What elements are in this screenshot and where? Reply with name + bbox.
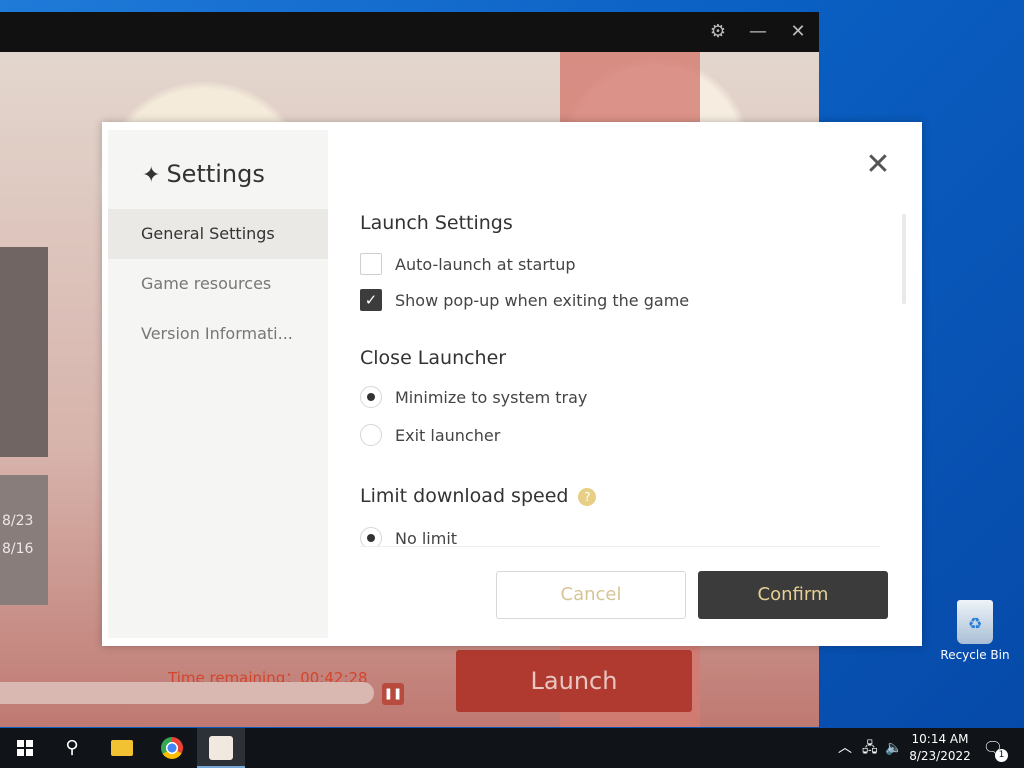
start-button[interactable]: [0, 728, 48, 768]
sparkle-icon: ✦: [142, 163, 161, 188]
clock-time: 10:14 AM: [911, 732, 969, 746]
clock-date: 8/23/2022: [909, 749, 971, 763]
system-clock[interactable]: 10:14 AM 8/23/2022: [905, 731, 975, 765]
dialog-title-text: Settings: [166, 160, 265, 188]
auto-launch-label: Auto-launch at startup: [395, 254, 576, 274]
no-limit-label: No limit: [395, 528, 458, 548]
taskbar: ⚲ ︿ 🖧 🔈 10:14 AM 8/23/2022 🗨 1: [0, 728, 1024, 768]
no-limit-radio[interactable]: [360, 527, 382, 547]
close-window-icon[interactable]: ✕: [786, 20, 810, 44]
minimize-tray-option[interactable]: Minimize to system tray: [360, 385, 587, 409]
file-explorer-icon[interactable]: [98, 728, 146, 768]
genshin-launcher-taskbar-icon[interactable]: [197, 728, 245, 768]
sidebar-item-general-settings[interactable]: General Settings: [108, 209, 328, 259]
exit-popup-checkbox[interactable]: ✓: [360, 289, 382, 311]
recycle-bin-shortcut[interactable]: ♻ Recycle Bin: [940, 600, 1010, 662]
launch-button[interactable]: Launch: [456, 650, 692, 712]
exit-launcher-label: Exit launcher: [395, 425, 501, 445]
settings-sidebar: ✦ Settings General Settings Game resource…: [108, 130, 328, 638]
settings-content: Launch Settings Auto-launch at startup ✓…: [360, 207, 900, 547]
minimize-icon[interactable]: —: [746, 20, 770, 44]
sidebar-item-version-information[interactable]: Version Informati...: [108, 309, 328, 359]
notification-center-icon[interactable]: 🗨 1: [982, 738, 1008, 762]
settings-scrollbar[interactable]: [902, 214, 906, 304]
recycle-bin-icon: ♻: [957, 600, 993, 644]
cancel-button[interactable]: Cancel: [496, 571, 686, 619]
show-hidden-icons-chevron-icon[interactable]: ︿: [838, 728, 852, 768]
auto-launch-checkbox[interactable]: [360, 253, 382, 275]
exit-popup-option[interactable]: ✓ Show pop-up when exiting the game: [360, 288, 689, 312]
notification-count-badge: 1: [995, 749, 1008, 762]
volume-icon[interactable]: 🔈: [885, 728, 902, 768]
download-speed-heading: Limit download speed?: [360, 485, 597, 507]
launch-settings-heading: Launch Settings: [360, 212, 513, 234]
exit-launcher-radio[interactable]: [360, 424, 382, 446]
download-progress-bar: [0, 682, 374, 704]
windows-logo-icon: [17, 740, 33, 756]
launcher-titlebar: ⚙ — ✕: [0, 12, 819, 52]
chrome-icon[interactable]: [148, 728, 196, 768]
pause-download-icon[interactable]: ❚❚: [382, 683, 404, 705]
exit-launcher-option[interactable]: Exit launcher: [360, 423, 500, 447]
network-icon[interactable]: 🖧: [862, 728, 878, 768]
settings-dialog: ✦ Settings General Settings Game resource…: [102, 122, 922, 646]
minimize-tray-label: Minimize to system tray: [395, 387, 588, 407]
search-icon[interactable]: ⚲: [48, 728, 96, 768]
close-launcher-heading: Close Launcher: [360, 347, 507, 369]
sidebar-item-game-resources[interactable]: Game resources: [108, 259, 328, 309]
confirm-button[interactable]: Confirm: [698, 571, 888, 619]
help-icon[interactable]: ?: [578, 487, 597, 506]
exit-popup-label: Show pop-up when exiting the game: [395, 290, 690, 310]
recycle-bin-label: Recycle Bin: [940, 648, 1010, 662]
download-speed-title: Limit download speed: [360, 485, 569, 507]
content-divider: [360, 546, 880, 547]
dialog-title: ✦ Settings: [142, 160, 265, 188]
minimize-tray-radio[interactable]: [360, 386, 382, 408]
close-dialog-icon[interactable]: ✕: [862, 150, 894, 182]
no-limit-option[interactable]: No limit: [360, 526, 457, 547]
settings-gear-icon[interactable]: ⚙: [706, 20, 730, 44]
auto-launch-option[interactable]: Auto-launch at startup: [360, 252, 576, 276]
